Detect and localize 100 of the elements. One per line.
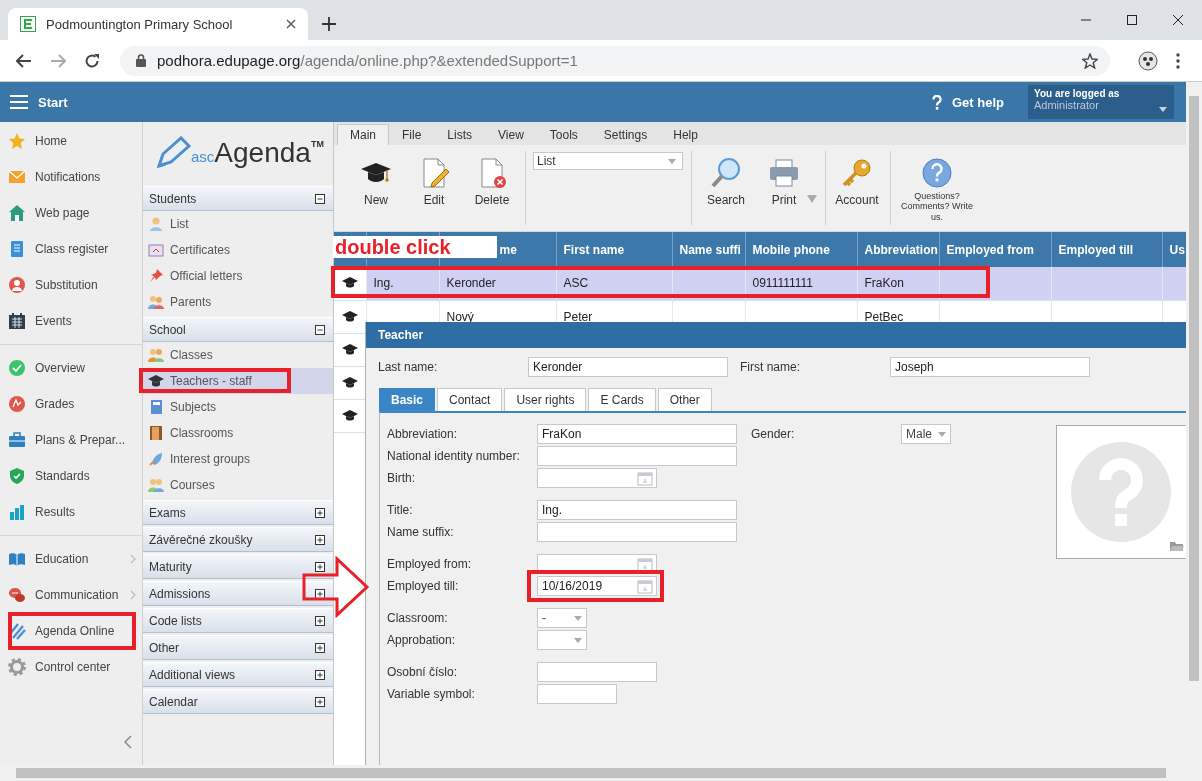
nav-item[interactable]: Education: [0, 541, 142, 577]
section-header[interactable]: Maturity: [143, 554, 333, 579]
module-item[interactable]: List: [143, 211, 333, 237]
input-field[interactable]: [537, 662, 657, 682]
toolbar-button[interactable]: Delete: [463, 151, 521, 207]
section-header[interactable]: Code lists: [143, 608, 333, 633]
menu-tab[interactable]: Tools: [536, 124, 591, 145]
feedback-button[interactable]: Questions? Comments? Write us.: [895, 151, 979, 223]
scrollbar[interactable]: [0, 765, 1202, 781]
menu-tab[interactable]: File: [389, 124, 435, 145]
back-icon[interactable]: [16, 53, 32, 68]
module-item[interactable]: Courses: [143, 472, 333, 498]
collapse-icon[interactable]: [315, 193, 325, 204]
column-header[interactable]: me: [499, 242, 517, 257]
close-icon[interactable]: [286, 19, 296, 29]
folder-icon[interactable]: [1170, 541, 1184, 552]
date-field[interactable]: [537, 468, 657, 488]
input-field[interactable]: [537, 446, 737, 466]
toolbar-button[interactable]: Search: [697, 151, 755, 207]
section-header[interactable]: Admissions: [143, 581, 333, 606]
module-item[interactable]: Interest groups: [143, 446, 333, 472]
input-field[interactable]: Keronder: [528, 357, 728, 377]
close-icon[interactable]: [1173, 15, 1183, 25]
toolbar-button[interactable]: Account: [828, 151, 886, 207]
collapse-icon[interactable]: [315, 324, 325, 335]
tab[interactable]: Other: [657, 388, 712, 411]
toolbar-button[interactable]: New: [347, 151, 405, 207]
tab[interactable]: User rights: [504, 388, 587, 411]
address-bar[interactable]: podhora.edupage.org/agenda/online.php?&extendedSupport=1: [120, 45, 1110, 76]
nav-item[interactable]: Home: [0, 123, 142, 159]
nav-item[interactable]: Events: [0, 303, 142, 339]
section-header[interactable]: School: [143, 317, 333, 342]
field-label: Name suffix:: [387, 525, 455, 539]
input-field[interactable]: FraKon: [537, 424, 737, 444]
nav-item[interactable]: Overview: [0, 350, 142, 386]
reload-icon[interactable]: [84, 52, 100, 69]
star-icon[interactable]: [1082, 52, 1098, 69]
tab[interactable]: Basic: [379, 388, 436, 411]
expand-icon[interactable]: [315, 534, 325, 545]
nav-item[interactable]: Plans & Prepar...: [0, 422, 142, 458]
caret-icon: [574, 637, 582, 643]
nav-item[interactable]: Web page: [0, 195, 142, 231]
section-header[interactable]: Additional views: [143, 662, 333, 687]
nav-item[interactable]: Results: [0, 494, 142, 530]
input-field[interactable]: [537, 522, 737, 542]
new-tab-icon[interactable]: [322, 17, 336, 31]
module-item[interactable]: Classrooms: [143, 420, 333, 446]
tab[interactable]: Contact: [437, 388, 503, 411]
toolbar-button[interactable]: Edit: [405, 151, 463, 207]
help-link[interactable]: Get help: [932, 94, 1004, 110]
nav-item[interactable]: Control center: [0, 649, 142, 685]
expand-icon[interactable]: [315, 696, 325, 707]
browser-tab[interactable]: Podmountington Primary School: [8, 8, 308, 40]
select-field[interactable]: Male: [901, 424, 951, 444]
input-field[interactable]: Joseph: [890, 357, 1090, 377]
menu-button[interactable]: Start: [0, 94, 68, 110]
nav-item[interactable]: Grades: [0, 386, 142, 422]
account-menu[interactable]: You are logged as Administrator: [1028, 85, 1174, 119]
section-header[interactable]: Students: [143, 186, 333, 211]
module-item[interactable]: Classes: [143, 342, 333, 368]
module-item[interactable]: Official letters: [143, 263, 333, 289]
more-icon[interactable]: [1176, 52, 1180, 69]
select-field[interactable]: -: [537, 608, 587, 628]
field-label: Abbreviation:: [387, 427, 459, 441]
input-field[interactable]: [537, 684, 617, 704]
expand-icon[interactable]: [315, 669, 325, 680]
view-dropdown[interactable]: List: [533, 152, 683, 170]
expand-icon[interactable]: [315, 615, 325, 626]
scrollbar[interactable]: [1186, 82, 1202, 765]
expand-icon[interactable]: [315, 507, 325, 518]
module-item[interactable]: Parents: [143, 289, 333, 315]
menu-tab[interactable]: Help: [660, 124, 711, 145]
date-field[interactable]: 10/16/2019: [537, 576, 657, 596]
nav-item[interactable]: Communication: [0, 577, 142, 613]
nav-item[interactable]: Class register: [0, 231, 142, 267]
input-field[interactable]: Ing.: [537, 500, 737, 520]
menu-tab[interactable]: Lists: [434, 124, 486, 145]
section-header[interactable]: Calendar: [143, 689, 333, 714]
nav-item[interactable]: Notifications: [0, 159, 142, 195]
nav-item[interactable]: Substitution: [0, 267, 142, 303]
menu-tab[interactable]: Settings: [590, 124, 661, 145]
section-header[interactable]: Exams: [143, 500, 333, 525]
arrow-drawing: [302, 556, 370, 618]
module-item[interactable]: Certificates: [143, 237, 333, 263]
module-item[interactable]: Subjects: [143, 394, 333, 420]
nav-item[interactable]: Standards: [0, 458, 142, 494]
expand-icon[interactable]: [315, 588, 325, 599]
menu-tab[interactable]: Main: [337, 124, 389, 145]
nav-item[interactable]: Agenda Online: [0, 613, 142, 649]
toolbar-button[interactable]: Print: [755, 151, 813, 207]
field-label: Employed till:: [387, 579, 460, 593]
expand-icon[interactable]: [315, 561, 325, 572]
expand-icon[interactable]: [315, 642, 325, 653]
section-header[interactable]: Other: [143, 635, 333, 660]
maximize-icon[interactable]: [1127, 15, 1137, 25]
select-field[interactable]: [537, 630, 587, 650]
tab[interactable]: E Cards: [588, 388, 656, 411]
extension-icon[interactable]: [1138, 50, 1158, 71]
menu-tab[interactable]: View: [485, 124, 537, 145]
section-header[interactable]: Závěrečné zkoušky: [143, 527, 333, 552]
